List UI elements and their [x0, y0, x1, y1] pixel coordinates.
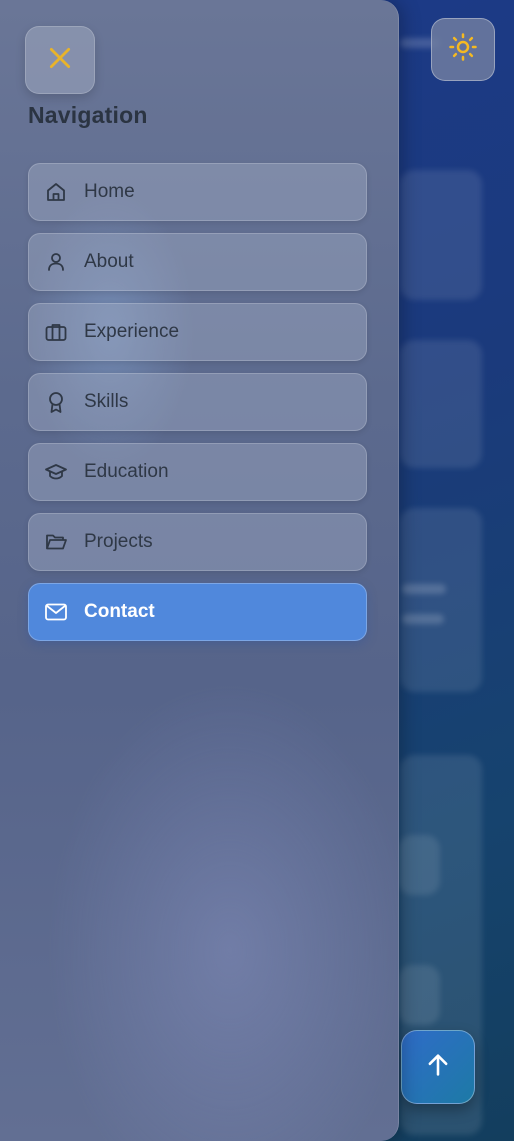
briefcase-icon — [44, 320, 68, 344]
nav-list: Home About Experience Skills Education P… — [28, 163, 367, 653]
close-icon — [47, 45, 73, 76]
theme-toggle-button[interactable] — [431, 18, 495, 81]
nav-item-label: About — [84, 251, 134, 272]
bg-card — [400, 340, 482, 468]
nav-item-label: Projects — [84, 531, 153, 552]
bg-text-line — [402, 584, 446, 594]
scroll-to-top-button[interactable] — [401, 1030, 475, 1104]
nav-item-skills[interactable]: Skills — [28, 373, 367, 431]
bg-card — [398, 965, 440, 1025]
nav-item-home[interactable]: Home — [28, 163, 367, 221]
nav-item-label: Home — [84, 181, 135, 202]
graduation-cap-icon — [44, 460, 68, 484]
nav-item-contact[interactable]: Contact — [28, 583, 367, 641]
home-icon — [44, 180, 68, 204]
arrow-up-icon — [424, 1051, 452, 1084]
nav-item-projects[interactable]: Projects — [28, 513, 367, 571]
close-button[interactable] — [25, 26, 95, 94]
nav-item-label: Contact — [84, 601, 155, 622]
bg-text-line — [402, 614, 444, 624]
folder-icon — [44, 530, 68, 554]
nav-item-education[interactable]: Education — [28, 443, 367, 501]
mail-icon — [44, 600, 68, 624]
drawer-title: Navigation — [28, 102, 148, 128]
nav-item-label: Skills — [84, 391, 129, 412]
nav-item-label: Education — [84, 461, 169, 482]
sun-icon — [448, 32, 478, 67]
navigation-drawer: Navigation Home About Experience Skills … — [0, 0, 399, 1141]
bg-card — [398, 835, 440, 895]
bg-card — [400, 170, 482, 300]
award-icon — [44, 390, 68, 414]
nav-item-about[interactable]: About — [28, 233, 367, 291]
nav-item-experience[interactable]: Experience — [28, 303, 367, 361]
user-icon — [44, 250, 68, 274]
nav-item-label: Experience — [84, 321, 180, 342]
bg-card — [400, 508, 482, 692]
